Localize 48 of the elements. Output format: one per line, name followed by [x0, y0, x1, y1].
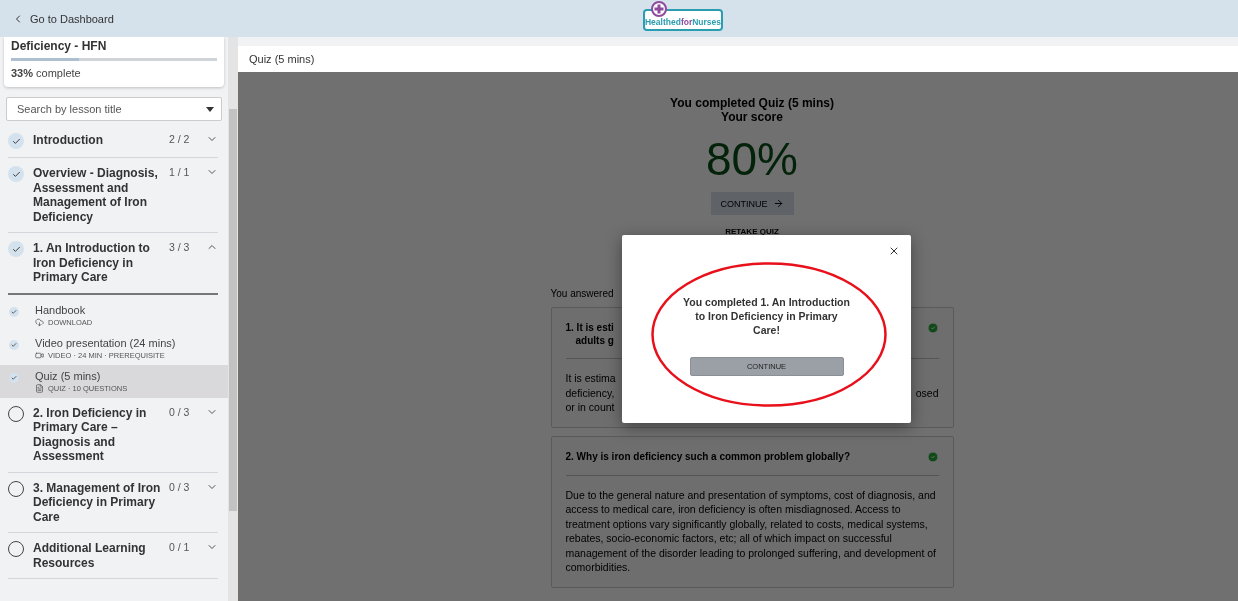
- scrollbar[interactable]: [228, 37, 238, 601]
- section-count: 3 / 3: [169, 241, 191, 253]
- section-title: Introduction: [33, 133, 104, 148]
- arrow-right-icon: [772, 198, 784, 209]
- close-icon[interactable]: [888, 245, 900, 257]
- section-title: 2. Iron Deficiency in Primary Care – Diagnosis and Assessment: [33, 405, 148, 464]
- retake-quiz-link[interactable]: RETAKE QUIZ: [725, 227, 779, 236]
- caret-icon: [206, 107, 214, 112]
- section-header[interactable]: Introduction 2 / 2: [8, 125, 218, 158]
- section-count: 0 / 1: [169, 541, 191, 553]
- result-subheading: Your score: [721, 110, 783, 124]
- lesson-title: Handbook: [35, 303, 87, 316]
- section-header[interactable]: 3. Management of Iron Deficiency in Primary Care 0 / 3: [8, 472, 218, 533]
- lesson-title: Quiz (5 mins): [35, 369, 102, 382]
- dialog-message: You completed 1. An Introduction to Iron Deficiency in Primary Care!: [682, 295, 851, 337]
- section-title: Additional Learning Resources: [33, 541, 147, 570]
- result-heading: You completed Quiz (5 mins): [670, 96, 834, 110]
- answer-text: deficiency,: [565, 385, 615, 400]
- course-title: Deficiency - HFN: [11, 39, 108, 53]
- content-header: Quiz (5 mins): [238, 46, 1238, 72]
- search-field[interactable]: Search by lesson title: [6, 97, 222, 121]
- section-header[interactable]: 2. Iron Deficiency in Primary Care – Diagnosis and Assessment 0 / 3: [8, 397, 218, 473]
- cloud-download-icon: [35, 317, 44, 327]
- section-count: 2 / 2: [169, 133, 191, 145]
- score-value: 80%: [705, 132, 799, 186]
- section-header[interactable]: Overview - Diagnosis, Assessment and Management of Iron Deficiency 1 / 1: [8, 158, 218, 233]
- question-title: adults g: [574, 335, 614, 346]
- question-title: 2. Why is iron deficiency such a common problem globally?: [565, 450, 850, 462]
- lesson-title: Video presentation (24 mins): [35, 336, 176, 349]
- back-link[interactable]: Go to Dashboard: [12, 12, 114, 25]
- section-count: 0 / 3: [169, 405, 191, 418]
- logo-text: HealthedforNurses: [644, 17, 722, 27]
- question-title: 1. It is esti: [565, 322, 614, 333]
- answer-text: osed: [915, 385, 939, 400]
- video-camera-icon: [35, 350, 44, 360]
- section-header[interactable]: Additional Learning Resources 0 / 1: [8, 533, 218, 579]
- section-header[interactable]: 1. An Introduction to Iron Deficiency in Primary Care 3 / 3: [8, 233, 218, 295]
- section-count: 1 / 1: [169, 166, 191, 178]
- document-icon: [35, 383, 44, 393]
- progress-label: 33% complete: [11, 67, 82, 79]
- answer-text: It is estima: [565, 371, 616, 386]
- answer-text: Due to the general nature and presentation of symptoms, cost of diagnosis, and access to medical care, iron deficiency is often misdiagnosed. Access to treatment options vary significantly globally, related to costs, medical systems, rebates, socio-economic factors, etc; all of which impact on successful management of the disorder leading to prolonged suffering, and development of comorbidities.: [565, 487, 937, 575]
- section-title: 1. An Introduction to Iron Deficiency in Primary Care: [33, 241, 151, 285]
- answered-text: You answered: [550, 288, 615, 299]
- section-title: Overview - Diagnosis, Assessment and Management of Iron Deficiency: [33, 166, 159, 224]
- answer-text: or in count: [565, 400, 615, 415]
- section-count: 0 / 3: [169, 480, 191, 493]
- section-title: 3. Management of Iron Deficiency in Primary Care: [33, 480, 162, 524]
